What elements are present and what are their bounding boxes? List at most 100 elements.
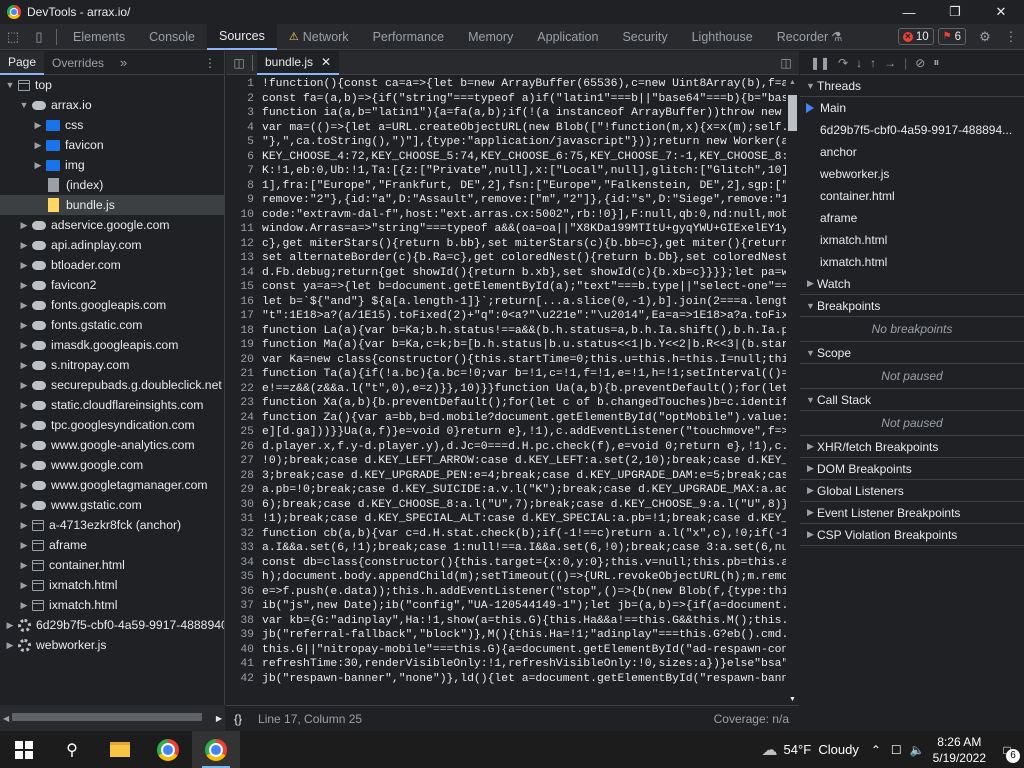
line-number[interactable]: 32 [226,527,262,542]
step-into-icon[interactable]: ↓ [856,56,862,70]
code-line[interactable]: 10 code:"extravm-dal-f",host:"ext.arras.c… [226,208,786,223]
line-number[interactable]: 26 [226,440,262,455]
code-line[interactable]: 2 const fa=(a,b)=>{if("string"===typeof a… [226,92,786,107]
tree-item[interactable]: ▶ css [0,115,224,135]
code-line[interactable]: 33 a.I&&a.set(6,!1);break;case 1:null!==a… [226,541,786,556]
tree-item[interactable]: ▶ www.google-analytics.com [0,435,224,455]
line-number[interactable]: 24 [226,411,262,426]
collapsed-arrow-icon[interactable]: ▶ [18,300,30,311]
code-line[interactable]: 7 K:!1,eb:0,Ub:!1,Ta:[{z:["Private",null]… [226,164,786,179]
line-number[interactable]: 4 [226,121,262,136]
collapsed-arrow-icon[interactable]: ▶ [4,620,16,631]
tab-elements[interactable]: Elements [61,24,137,50]
tree-item[interactable]: ▶ 6d29b7f5-cbf0-4a59-9917-4888940 [0,615,224,635]
code-line[interactable]: 18 function La(a){var b=Ka;b.h.status!==a… [226,324,786,339]
line-number[interactable]: 37 [226,599,262,614]
pause-icon[interactable]: ❚❚ [810,56,830,70]
tree-item[interactable]: ▶ adservice.google.com [0,215,224,235]
line-number[interactable]: 2 [226,92,262,107]
collapsed-arrow-icon[interactable]: ▶ [18,420,30,431]
code-line[interactable]: 25 e][d.ga]))}}Ua(a,f)}e=void 0}return e}… [226,425,786,440]
code-line[interactable]: 13 set alternateBorder(c){b.Ra=c},get col… [226,251,786,266]
line-number[interactable]: 7 [226,164,262,179]
tree-item[interactable]: ▶ ixmatch.html [0,595,224,615]
tab-page[interactable]: Page [0,50,45,75]
step-icon[interactable]: → [884,56,896,70]
collapsed-arrow-icon[interactable]: ▶ [18,500,30,511]
collapsed-arrow-icon[interactable]: ▶ [4,640,16,651]
code-line[interactable]: 38 var kb={G:"adinplay",Ha:!1,show(a=this… [226,614,786,629]
line-number[interactable]: 28 [226,469,262,484]
debugger-section[interactable]: ▶ Event Listener Breakpoints [800,502,1024,524]
code-line[interactable]: 19 function Ma(a){var b=Ka,c=k;b=[b.h.sta… [226,338,786,353]
tab-memory[interactable]: Memory [456,24,525,50]
code-line[interactable]: 23 function Xa(a,b){b.preventDefault();fo… [226,396,786,411]
weather-text[interactable]: 54°F Cloudy [784,742,859,757]
code-line[interactable]: 27 !0);break;case d.KEY_LEFT_ARROW:case d… [226,454,786,469]
tree-item[interactable]: ▼ arrax.io [0,95,224,115]
line-number[interactable]: 20 [226,353,262,368]
code-line[interactable]: 31 !1);break;case d.KEY_SPECIAL_ALT:case … [226,512,786,527]
line-number[interactable]: 12 [226,237,262,252]
code-line[interactable]: 42 jb("respawn-banner","none")},ld(){let … [226,672,786,687]
line-number[interactable]: 10 [226,208,262,223]
thread-item[interactable]: ixmatch.html [800,229,1024,251]
line-number[interactable]: 40 [226,643,262,658]
chrome-devtools-taskbar-icon[interactable] [192,731,240,768]
code-view[interactable]: 1 !function(){const ca=a=>{let b=new Arra… [226,77,786,705]
notifications-button[interactable]: □ 6 [994,737,1020,763]
line-number[interactable]: 17 [226,309,262,324]
tree-item[interactable]: ▶ img [0,155,224,175]
tree-item[interactable]: ▶ www.google.com [0,455,224,475]
line-number[interactable]: 5 [226,135,262,150]
code-line[interactable]: 3 function ia(a,b="latin1"){a=fa(a,b);if(… [226,106,786,121]
tab-network[interactable]: ⚠ Network [277,24,361,50]
line-number[interactable]: 31 [226,512,262,527]
tree-item[interactable]: ▶ securepubads.g.doubleclick.net [0,375,224,395]
pause-on-exceptions-icon[interactable]: ⏸ [933,55,939,70]
tree-item[interactable]: ▶ ixmatch.html [0,575,224,595]
scroll-right-icon[interactable]: ▶ [216,714,222,723]
inspect-element-icon[interactable]: ⬚ [0,24,26,50]
code-line[interactable]: 20 var Ka=new class{constructor(){this.st… [226,353,786,368]
line-number[interactable]: 14 [226,266,262,281]
code-line[interactable]: 9 remove:"2"},{id:"a",D:"Assault",remove:… [226,193,786,208]
line-number[interactable]: 34 [226,556,262,571]
code-line[interactable]: 14 d.Fb.debug;return{get showId(){return … [226,266,786,281]
line-number[interactable]: 33 [226,541,262,556]
toggle-debugger-icon[interactable]: ◫ [773,51,799,75]
scroll-left-icon[interactable]: ◀ [3,714,9,723]
code-line[interactable]: 34 const db=class{constructor(){this.targ… [226,556,786,571]
line-number[interactable]: 19 [226,338,262,353]
thread-item[interactable]: aframe [800,207,1024,229]
tab-overrides[interactable]: Overrides [44,51,112,75]
tree-item[interactable]: ▶ api.adinplay.com [0,235,224,255]
tab-application[interactable]: Application [525,24,610,50]
editor-tab-bundle[interactable]: bundle.js ✕ [257,50,340,75]
line-number[interactable]: 6 [226,150,262,165]
tree-item[interactable]: bundle.js [0,195,224,215]
volume-icon[interactable]: 🔈 [910,743,925,757]
tree-item[interactable]: ▼ top [0,75,224,95]
line-number[interactable]: 8 [226,179,262,194]
line-number[interactable]: 25 [226,425,262,440]
collapsed-arrow-icon[interactable]: ▶ [18,580,30,591]
tree-item[interactable]: ▶ fonts.googleapis.com [0,295,224,315]
tree-item[interactable]: ▶ static.cloudflareinsights.com [0,395,224,415]
device-toolbar-icon[interactable]: ▯ [26,24,52,50]
collapsed-arrow-icon[interactable]: ▶ [18,560,30,571]
debugger-section[interactable]: ▶ Global Listeners [800,480,1024,502]
search-icon[interactable]: ⚲ [48,731,96,768]
editor-scrollbar-thumb[interactable] [788,95,797,131]
pretty-print-button[interactable]: {} [234,712,242,726]
line-number[interactable]: 42 [226,672,262,687]
collapsed-arrow-icon[interactable]: ▶ [18,360,30,371]
weather-cloud-icon[interactable]: ☁ [762,740,778,760]
thread-item[interactable]: ixmatch.html [800,251,1024,273]
line-number[interactable]: 23 [226,396,262,411]
tab-security[interactable]: Security [610,24,679,50]
tab-recorder[interactable]: Recorder ⚗ [765,24,855,50]
line-number[interactable]: 22 [226,382,262,397]
breakpoints-section[interactable]: ▼ Breakpoints [800,295,1024,317]
tree-item[interactable]: ▶ favicon2 [0,275,224,295]
